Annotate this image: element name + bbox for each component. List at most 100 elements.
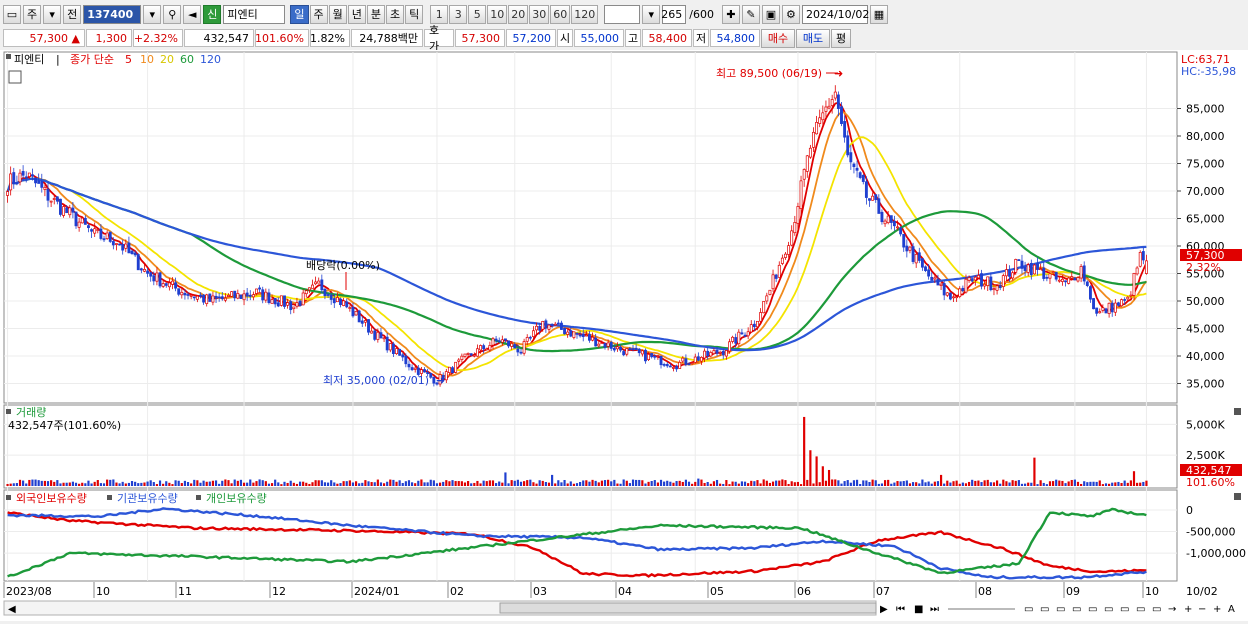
candle-down — [407, 363, 411, 368]
search-icon[interactable]: ⚲ — [163, 4, 182, 24]
volume-bar — [1117, 481, 1120, 486]
volume-bar — [619, 483, 622, 486]
candle-up — [205, 294, 209, 304]
volume-bar — [323, 482, 327, 486]
window-icon[interactable]: ▭ — [1104, 604, 1113, 615]
volume-bar — [1052, 481, 1055, 486]
candle-up — [964, 278, 968, 293]
candle-up — [171, 280, 174, 285]
stock-chart[interactable]: 35,00040,00045,00050,00055,00060,00065,0… — [0, 50, 1248, 621]
period-tab[interactable]: 주 — [309, 4, 328, 24]
interval-button[interactable]: 3 — [449, 4, 468, 24]
tool-icon[interactable]: ✎ — [741, 4, 760, 24]
interval-button[interactable]: 120 — [571, 4, 599, 24]
window-icon[interactable]: ▭ — [1040, 604, 1049, 615]
volume-close-icon[interactable] — [1234, 408, 1241, 415]
window-icon[interactable]: ▭ — [1088, 604, 1097, 615]
period-tab[interactable]: 틱 — [405, 4, 424, 24]
candle-down — [563, 327, 566, 335]
scrollbar-thumb[interactable] — [499, 602, 877, 614]
volume-bar — [566, 483, 569, 486]
volume-bar — [551, 474, 554, 486]
window-icon[interactable]: ▭ — [1072, 604, 1081, 615]
buy-button[interactable]: 매수 — [761, 28, 795, 48]
window-icon[interactable]: ▭ — [1152, 604, 1161, 615]
volume-bar — [535, 483, 538, 486]
stock-code-input[interactable]: 137400 — [83, 4, 142, 24]
count-input[interactable]: 265 — [661, 4, 687, 24]
save-icon[interactable]: ▣ — [761, 4, 780, 24]
prev-button[interactable]: 전 — [63, 4, 82, 24]
candle-down — [588, 334, 591, 341]
period-tab[interactable]: 일 — [290, 4, 309, 24]
first-page-icon[interactable]: ⏮ — [896, 604, 905, 615]
candle-down — [429, 373, 433, 378]
speaker-icon[interactable]: ◄ — [183, 4, 202, 24]
calendar-icon[interactable]: ▦ — [869, 4, 888, 24]
font-size-icon[interactable]: A — [1228, 604, 1235, 615]
volume-bar — [927, 481, 930, 486]
interval-button[interactable]: 1 — [430, 4, 449, 24]
period-tab[interactable]: 년 — [347, 4, 366, 24]
window-icon[interactable]: ▭ — [1136, 604, 1145, 615]
volume-bar — [625, 480, 628, 486]
holdings-close-icon[interactable] — [1234, 493, 1241, 500]
zoom-fit-icon[interactable]: → — [1168, 604, 1176, 615]
pyeong-button[interactable]: 평 — [831, 28, 851, 48]
menu-icon[interactable]: ▭ — [3, 4, 21, 24]
candle-down — [482, 345, 486, 350]
period-tab[interactable]: 월 — [328, 4, 347, 24]
holdings-panel-menu-icon[interactable] — [6, 495, 11, 500]
volume-bar — [314, 480, 317, 486]
interval-button[interactable]: 30 — [529, 4, 550, 24]
volume-panel-menu-icon[interactable] — [6, 409, 11, 414]
window-icon[interactable]: ▭ — [1056, 604, 1065, 615]
chevron-down-icon[interactable]: ▾ — [43, 4, 62, 24]
volume-bar — [986, 479, 989, 486]
stop-icon[interactable]: ■ — [914, 604, 923, 615]
gear-icon[interactable]: ⚙ — [781, 4, 800, 24]
price-tick-label: 40,000 — [1186, 350, 1225, 363]
interval-button[interactable]: 20 — [508, 4, 529, 24]
candle-down — [1054, 271, 1058, 280]
volume-bar — [171, 484, 174, 486]
volume-bar — [59, 483, 62, 486]
candle-down — [239, 294, 243, 299]
zoom-in-icon[interactable]: + — [1184, 604, 1192, 615]
volume-bar — [376, 479, 379, 486]
volume-bar — [526, 480, 529, 486]
scroll-right-icon[interactable]: ▶ — [880, 604, 888, 615]
scroll-left-icon[interactable]: ◀ — [8, 604, 16, 615]
candle-up — [93, 228, 97, 234]
period-tab[interactable]: 초 — [386, 4, 405, 24]
volume-bar — [501, 482, 504, 486]
interval-button[interactable]: 60 — [550, 4, 571, 24]
date-input[interactable]: 2024/10/02 — [801, 4, 869, 24]
credit-badge[interactable]: 신 — [203, 4, 222, 24]
volume-bar — [68, 482, 71, 486]
window-icon[interactable]: ▭ — [1024, 604, 1033, 615]
candle-down — [40, 180, 44, 188]
last-page-icon[interactable]: ⏭ — [930, 604, 939, 615]
interval-button[interactable]: 5 — [468, 4, 487, 24]
candle-down — [752, 323, 756, 328]
window-icon[interactable]: ▭ — [1120, 604, 1129, 615]
chevron-down-icon[interactable]: ▾ — [642, 4, 661, 24]
calculator-icon[interactable] — [8, 70, 22, 84]
interval-input[interactable] — [604, 4, 641, 24]
panel-menu-icon[interactable] — [6, 54, 11, 59]
candle-up — [96, 229, 100, 231]
volume-bar — [992, 482, 996, 486]
crosshair-icon[interactable]: ✚ — [721, 4, 740, 24]
candle-up — [395, 348, 398, 355]
zoom-in-icon[interactable]: + — [1213, 604, 1221, 615]
sell-button[interactable]: 매도 — [796, 28, 830, 48]
dropdown-icon[interactable]: ▾ — [143, 4, 162, 24]
period-tab[interactable]: 분 — [366, 4, 385, 24]
candle-up — [541, 320, 545, 330]
candle-up — [49, 200, 53, 203]
interval-button[interactable]: 10 — [487, 4, 508, 24]
zoom-out-icon[interactable]: − — [1198, 604, 1206, 615]
volume-bar — [482, 480, 485, 486]
market-type-button[interactable]: 주 — [23, 4, 42, 24]
